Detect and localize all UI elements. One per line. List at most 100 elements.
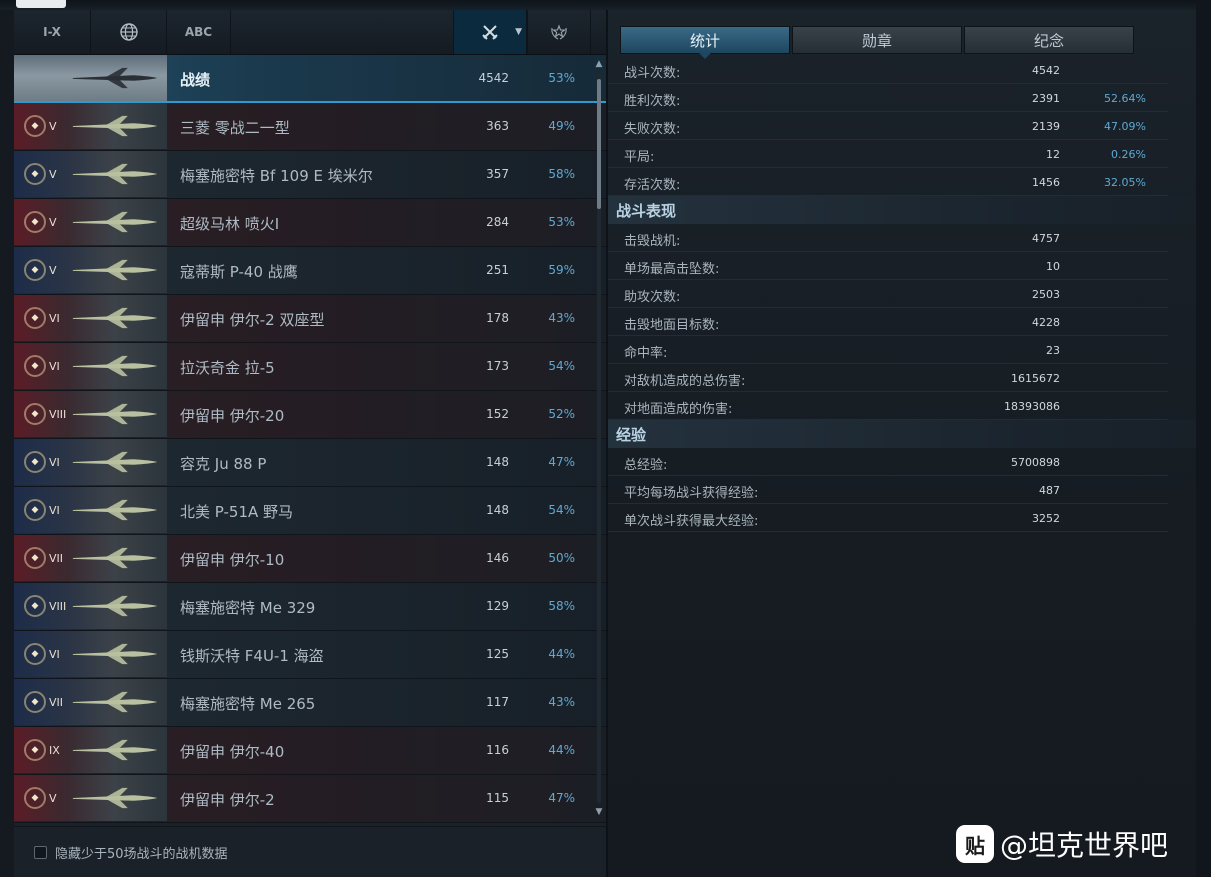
- vehicle-name: 三菱 零战二一型: [180, 119, 290, 137]
- tier-label: IX: [49, 743, 60, 757]
- sort-by-battles-button[interactable]: ▼: [453, 10, 527, 54]
- sort-by-nation-button[interactable]: [91, 10, 167, 54]
- scroll-thumb[interactable]: [597, 79, 601, 209]
- scroll-up-icon[interactable]: ▲: [594, 59, 604, 69]
- vehicle-summary-row[interactable]: 战绩 4542 53%: [14, 55, 606, 103]
- stat-row: 胜利次数: 2391 52.64%: [608, 84, 1168, 112]
- chevron-down-icon: ▼: [515, 27, 522, 37]
- aircraft-image: [66, 595, 164, 617]
- aircraft-thumbnail-icon: [72, 403, 158, 425]
- stat-label: 单次战斗获得最大经验:: [624, 514, 759, 529]
- stats-panel: 统计 勋章 纪念 战斗次数: 4542 胜利次数: 2391 52.64% 失败次数: 21…: [608, 10, 1196, 877]
- vehicle-row[interactable]: ◆ V 伊留申 伊尔-2 115 47%: [14, 775, 606, 823]
- vehicle-name: 容克 Ju 88 P: [180, 455, 267, 473]
- vehicle-row[interactable]: ◆ V 寇蒂斯 P-40 战鹰 251 59%: [14, 247, 606, 295]
- aircraft-image: [66, 787, 164, 809]
- vehicle-winrate: 43%: [548, 695, 575, 709]
- stat-label: 击毁战机:: [624, 234, 681, 249]
- vehicle-row[interactable]: ◆ VI 伊留申 伊尔-2 双座型 178 43%: [14, 295, 606, 343]
- vehicle-name: 拉沃奇金 拉-5: [180, 359, 275, 377]
- mastery-emblem-icon: ◆: [24, 211, 46, 233]
- tier-label: V: [49, 263, 57, 277]
- tier-label: VI: [49, 455, 60, 469]
- vehicle-row[interactable]: ◆ V 超级马林 喷火I 284 53%: [14, 199, 606, 247]
- mastery-emblem-icon: ◆: [24, 259, 46, 281]
- tier-label: V: [49, 119, 57, 133]
- stat-row: 单次战斗获得最大经验: 3252: [608, 504, 1168, 532]
- vehicle-row[interactable]: ◆ VIII 伊留申 伊尔-20 152 52%: [14, 391, 606, 439]
- stat-row: 存活次数: 1456 32.05%: [608, 168, 1168, 196]
- aircraft-thumbnail-icon: [72, 499, 158, 521]
- vehicle-winrate: 44%: [548, 647, 575, 661]
- stat-value: 4542: [1032, 64, 1060, 77]
- vehicle-winrate: 59%: [548, 263, 575, 277]
- stat-row: 击毁战机: 4757: [608, 224, 1168, 252]
- vehicle-row[interactable]: ◆ VI 钱斯沃特 F4U-1 海盗 125 44%: [14, 631, 606, 679]
- aircraft-thumbnail-icon: [72, 307, 158, 329]
- aircraft-thumbnail-icon: [72, 355, 158, 377]
- aircraft-image: [66, 739, 164, 761]
- vehicle-row[interactable]: ◆ VII 伊留申 伊尔-10 146 50%: [14, 535, 606, 583]
- stat-row: 总经验: 5700898: [608, 448, 1168, 476]
- stat-value: 12: [1046, 148, 1060, 161]
- vehicle-row[interactable]: ◆ VI 北美 P-51A 野马 148 54%: [14, 487, 606, 535]
- tier-label: VII: [49, 695, 64, 709]
- hide-filter-checkbox[interactable]: [34, 845, 47, 859]
- vehicle-row[interactable]: ◆ V 三菱 零战二一型 363 49%: [14, 103, 606, 151]
- watermark-text: @坦克世界吧: [1000, 829, 1169, 862]
- vehicle-name: 寇蒂斯 P-40 战鹰: [180, 263, 298, 281]
- vehicle-name: 伊留申 伊尔-40: [180, 743, 285, 761]
- vehicle-name: 梅塞施密特 Bf 109 E 埃米尔: [180, 167, 373, 185]
- tier-badge: ◆ VII: [24, 546, 64, 570]
- sort-by-tier-button[interactable]: I-X: [14, 10, 91, 54]
- aircraft-thumbnail-icon: [72, 691, 158, 713]
- tab-memorial[interactable]: 纪念: [964, 26, 1134, 54]
- top-strip: [0, 0, 1211, 10]
- vehicle-row[interactable]: ◆ IX 伊留申 伊尔-40 116 44%: [14, 727, 606, 775]
- tab-medals[interactable]: 勋章: [792, 26, 962, 54]
- scroll-down-icon[interactable]: ▼: [594, 807, 604, 817]
- vehicle-battles: 363: [486, 119, 509, 133]
- vehicle-winrate: 49%: [548, 119, 575, 133]
- vehicle-winrate: 43%: [548, 311, 575, 325]
- tier-badge: ◆ V: [24, 114, 64, 138]
- sort-bar-spacer: [231, 10, 453, 54]
- tier-label: VI: [49, 311, 60, 325]
- tab-statistics[interactable]: 统计: [620, 26, 790, 59]
- tier-badge: ◆ VI: [24, 354, 64, 378]
- vehicle-name: 战绩: [180, 71, 211, 89]
- hide-filter-label: 隐藏少于50场战斗的战机数据: [55, 846, 228, 862]
- section-experience: 经验: [608, 420, 1196, 448]
- mastery-emblem-icon: ◆: [24, 691, 46, 713]
- tier-label: V: [49, 215, 57, 229]
- vehicle-row[interactable]: ◆ VI 拉沃奇金 拉-5 173 54%: [14, 343, 606, 391]
- aircraft-thumbnail-icon: [72, 163, 158, 185]
- hide-filter-row[interactable]: 隐藏少于50场战斗的战机数据: [14, 826, 606, 877]
- crossed-swords-icon: [482, 25, 498, 40]
- sort-by-winrate-button[interactable]: [527, 10, 591, 54]
- section-performance: 战斗表现: [608, 196, 1196, 224]
- aircraft-thumbnail-icon: [72, 211, 158, 233]
- vehicle-thumbnail: ◆ V: [14, 103, 167, 149]
- tier-label: VI: [49, 647, 60, 661]
- aircraft-thumbnail-icon: [72, 115, 158, 137]
- stat-row: 命中率: 23: [608, 336, 1168, 364]
- vehicle-row[interactable]: ◆ VII 梅塞施密特 Me 265 117 43%: [14, 679, 606, 727]
- vehicle-row[interactable]: ◆ V 梅塞施密特 Bf 109 E 埃米尔 357 58%: [14, 151, 606, 199]
- stat-label: 平均每场战斗获得经验:: [624, 486, 759, 501]
- vehicle-row[interactable]: ◆ VIII 梅塞施密特 Me 329 129 58%: [14, 583, 606, 631]
- stat-row: 对敌机造成的总伤害: 1615672: [608, 364, 1168, 392]
- vehicle-list-scrollbar[interactable]: ▲ ▼: [592, 55, 606, 823]
- vehicle-battles: 152: [486, 407, 509, 421]
- stat-label: 存活次数:: [624, 178, 681, 193]
- stats-table: 战斗次数: 4542 胜利次数: 2391 52.64% 失败次数: 2139 47.09% 平…: [608, 56, 1196, 532]
- tier-badge: ◆ V: [24, 258, 64, 282]
- sort-by-name-button[interactable]: ABC: [167, 10, 231, 54]
- vehicle-row[interactable]: ◆ VI 容克 Ju 88 P 148 47%: [14, 439, 606, 487]
- vehicle-thumbnail: ◆ V: [14, 775, 167, 821]
- vehicle-name: 伊留申 伊尔-2: [180, 791, 275, 809]
- vehicle-battles: 129: [486, 599, 509, 613]
- vehicle-thumbnail: ◆ VIII: [14, 391, 167, 437]
- stat-value: 1456: [1032, 176, 1060, 189]
- vehicle-winrate: 54%: [548, 503, 575, 517]
